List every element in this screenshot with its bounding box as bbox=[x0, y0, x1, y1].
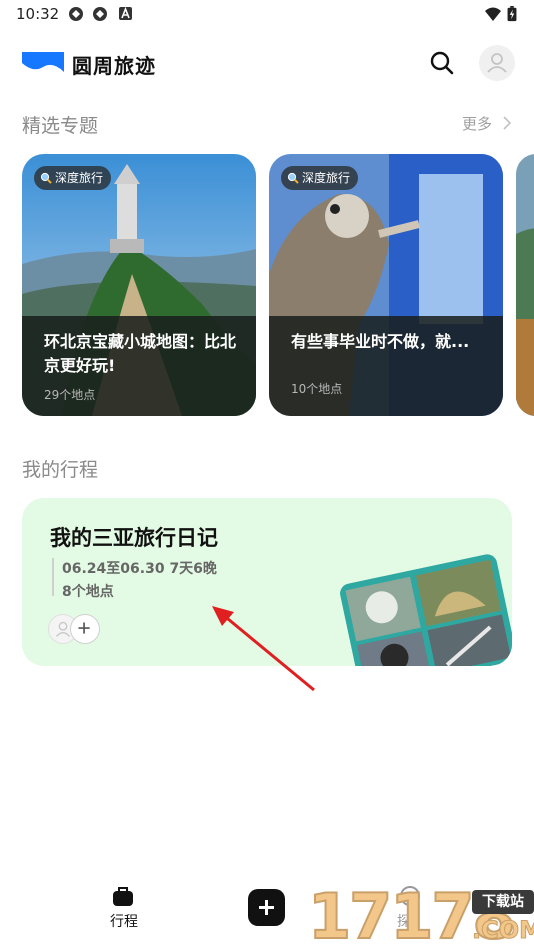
battery-charging-icon bbox=[507, 6, 517, 22]
wifi-icon bbox=[485, 7, 501, 21]
topic-badge-label: 深度旅行 bbox=[302, 171, 351, 185]
topic-badge-label: 深度旅行 bbox=[55, 171, 104, 185]
user-avatar-icon bbox=[487, 53, 507, 73]
status-bar: 10:32 bbox=[0, 0, 534, 28]
collage-image bbox=[338, 552, 512, 666]
status-time: 10:32 bbox=[16, 5, 60, 23]
more-link[interactable]: 更多 bbox=[462, 113, 492, 134]
trip-title: 我的三亚旅行日记 bbox=[50, 526, 218, 550]
topic-card[interactable] bbox=[516, 154, 534, 416]
trip-dates: 06.24至06.30 7天6晚 bbox=[62, 561, 217, 577]
topic-card[interactable]: 深度旅行 有些事毕业时不做，就... 10个地点 bbox=[269, 154, 503, 416]
trip-photo-collage bbox=[338, 552, 512, 666]
user-avatar-button[interactable] bbox=[479, 45, 515, 81]
trip-places-count: 8个地点 bbox=[62, 584, 114, 600]
annotation-arrow bbox=[212, 606, 315, 692]
topic-cover-image bbox=[516, 154, 534, 416]
add-trip-button[interactable] bbox=[248, 889, 285, 926]
search-icon[interactable] bbox=[428, 49, 456, 77]
app-logo bbox=[22, 52, 64, 72]
topic-badge: 深度旅行 bbox=[281, 166, 359, 190]
sync-icon bbox=[69, 7, 83, 21]
plus-icon bbox=[259, 900, 274, 915]
add-member-button[interactable] bbox=[70, 614, 100, 644]
topic-card-count: 10个地点 bbox=[291, 382, 343, 396]
topic-card-count: 29个地点 bbox=[44, 388, 96, 402]
site-watermark: 17178 下载站 .COM bbox=[307, 883, 534, 950]
plus-icon bbox=[78, 622, 90, 634]
featured-section-title: 精选专题 bbox=[22, 115, 99, 137]
topic-badge: 深度旅行 bbox=[34, 166, 112, 190]
my-trips-section-title: 我的行程 bbox=[22, 459, 99, 481]
nav-trips-label: 行程 bbox=[110, 914, 138, 930]
sync-icon bbox=[93, 7, 107, 21]
magnifier-icon bbox=[40, 172, 52, 184]
magnifier-icon bbox=[287, 172, 299, 184]
app-header: 圆周旅迹 bbox=[0, 38, 534, 88]
topic-card-title: 环北京宝藏小城地图：比北京更好玩! bbox=[44, 332, 237, 375]
topic-card[interactable]: 深度旅行 环北京宝藏小城地图：比北京更好玩! 29个地点 bbox=[22, 154, 256, 416]
watermark-tag: 下载站 bbox=[472, 890, 534, 914]
watermark-suffix: .COM bbox=[471, 916, 534, 945]
trip-divider bbox=[52, 558, 54, 596]
suitcase-icon bbox=[113, 887, 133, 906]
chevron-right-icon[interactable] bbox=[502, 116, 512, 130]
app-name: 圆周旅迹 bbox=[72, 54, 156, 78]
topic-card-title: 有些事毕业时不做，就... bbox=[291, 332, 470, 351]
a-notification-icon bbox=[119, 6, 132, 20]
